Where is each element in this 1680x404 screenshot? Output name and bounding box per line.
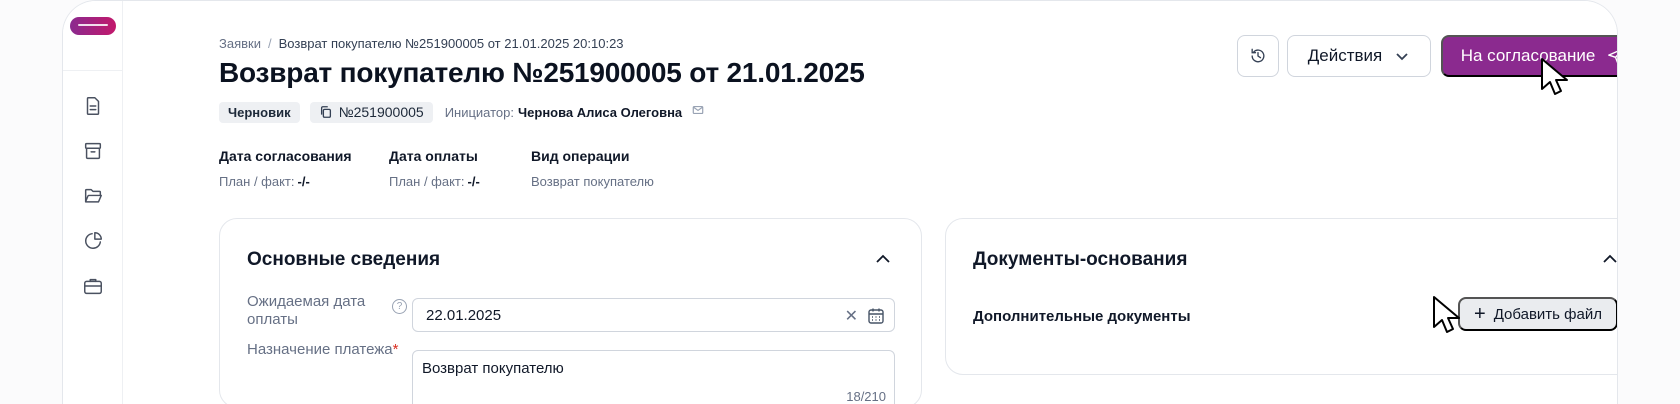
- additional-documents-label: Дополнительные документы: [973, 308, 1191, 325]
- info-value: План / факт: -/-: [219, 174, 310, 189]
- expected-date-field[interactable]: 22.01.2025 ✕: [412, 298, 895, 332]
- breadcrumb: Заявки / Возврат покупателю №251900005 от …: [219, 36, 624, 51]
- main-info-card: Основные сведения Ожидаемая дата оплаты …: [219, 218, 922, 404]
- required-marker: *: [392, 341, 399, 358]
- sidebar-item-portfolio[interactable]: [82, 275, 104, 297]
- brand-logo[interactable]: [70, 17, 116, 35]
- purpose-value: Возврат покупателю: [422, 360, 564, 377]
- sidebar-divider: [63, 70, 123, 71]
- main-content: Заявки / Возврат покупателю №251900005 от …: [123, 1, 1617, 404]
- card-title: Документы-основания: [973, 249, 1188, 270]
- document-icon: [86, 97, 100, 115]
- actions-label: Действия: [1307, 46, 1383, 65]
- initiator-name: Чернова Алиса Олеговна: [518, 104, 683, 120]
- purpose-textarea[interactable]: Возврат покупателю 18/210: [412, 350, 895, 404]
- copy-number-chip[interactable]: №251900005: [309, 101, 433, 123]
- breadcrumb-current: Возврат покупателю №251900005 от 21.01.2…: [278, 36, 624, 51]
- document-number: №251900005: [338, 104, 424, 120]
- status-badge: Черновик: [219, 101, 300, 123]
- chevron-down-icon: [1396, 53, 1408, 61]
- documents-card: Документы-основания Дополнительные докум…: [945, 218, 1617, 375]
- sidebar-item-folders[interactable]: [82, 185, 104, 207]
- history-button[interactable]: [1237, 35, 1279, 77]
- info-approval-date: Дата согласования План / факт: -/-: [219, 148, 352, 189]
- info-label: Вид операции: [531, 148, 630, 164]
- card-title: Основные сведения: [247, 249, 441, 270]
- add-file-label: Добавить файл: [1493, 305, 1602, 323]
- purpose-label: Назначение платежа*: [247, 341, 399, 358]
- breadcrumb-separator: /: [267, 36, 272, 51]
- send-icon: [1608, 50, 1617, 63]
- sidebar-item-documents[interactable]: [82, 95, 104, 117]
- sidebar: [63, 1, 123, 404]
- info-label: Дата оплаты: [389, 148, 478, 164]
- sidebar-item-analytics[interactable]: [82, 230, 104, 252]
- briefcase-icon: [84, 278, 102, 295]
- info-value: План / факт: -/-: [389, 174, 480, 189]
- archive-icon: [84, 142, 102, 160]
- chevron-up-icon[interactable]: [873, 249, 893, 269]
- calendar-icon[interactable]: [866, 306, 886, 326]
- meta-row: Черновик №251900005 Инициатор: Чернова А…: [219, 101, 704, 123]
- initiator-label: Инициатор:: [444, 104, 515, 120]
- info-label: Дата согласования: [219, 148, 352, 164]
- mail-icon[interactable]: [692, 103, 704, 121]
- plus-icon: +: [1474, 303, 1486, 325]
- help-icon[interactable]: ?: [392, 299, 407, 314]
- copy-icon: [320, 106, 331, 118]
- actions-dropdown-button[interactable]: Действия: [1287, 35, 1431, 77]
- sidebar-item-archive[interactable]: [82, 140, 104, 162]
- info-operation-type: Вид операции Возврат покупателю: [531, 148, 654, 189]
- info-payment-date: Дата оплаты План / факт: -/-: [389, 148, 480, 189]
- breadcrumb-root-link[interactable]: Заявки: [219, 36, 261, 51]
- add-file-button[interactable]: + Добавить файл: [1458, 297, 1617, 331]
- page-title: Возврат покупателю №251900005 от 21.01.2…: [219, 57, 865, 88]
- expected-date-label: Ожидаемая дата оплаты: [247, 293, 366, 328]
- chevron-up-icon[interactable]: [1600, 249, 1617, 269]
- char-counter: 18/210: [846, 389, 886, 404]
- pie-chart-icon: [85, 232, 102, 249]
- history-icon: [1251, 48, 1265, 63]
- folder-open-icon: [84, 188, 102, 203]
- submit-for-approval-button[interactable]: На согласование: [1441, 35, 1617, 77]
- info-value: Возврат покупателю: [531, 174, 654, 189]
- submit-label: На согласование: [1460, 46, 1596, 65]
- date-value: 22.01.2025: [426, 307, 502, 324]
- app-window: Заявки / Возврат покупателю №251900005 от …: [62, 0, 1618, 404]
- clear-icon[interactable]: ✕: [845, 306, 858, 326]
